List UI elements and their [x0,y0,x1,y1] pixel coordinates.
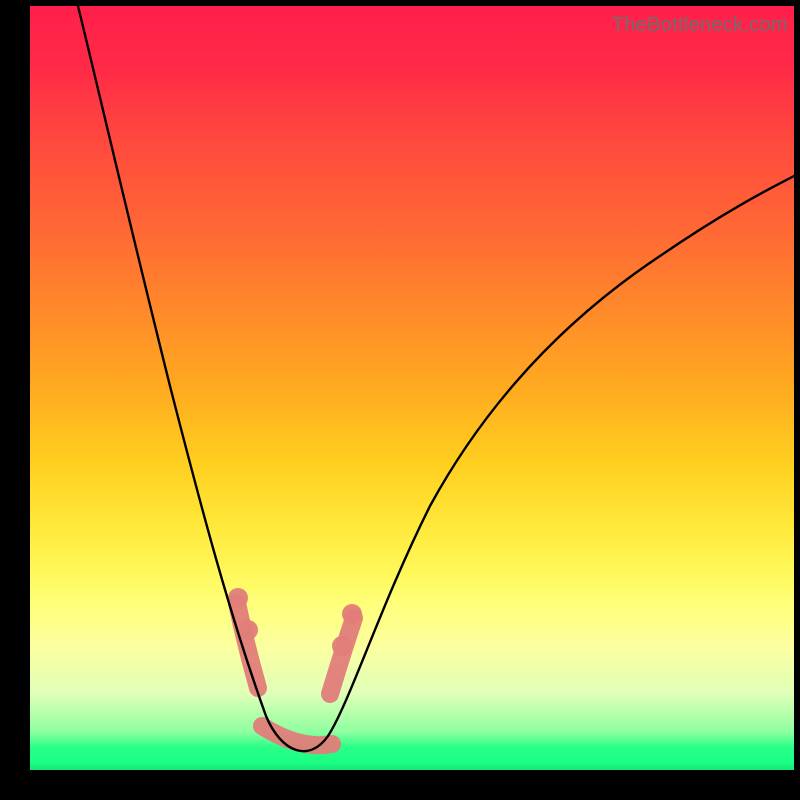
highlight-dot-2 [238,620,258,640]
plot-area: TheBottleneck.com [30,6,794,770]
bottleneck-curve-path [78,6,794,751]
highlight-segment-left [237,603,258,688]
highlight-dot-3 [332,636,352,656]
chart-frame: TheBottleneck.com [0,0,800,800]
highlight-dot-4 [342,604,362,624]
highlight-dot-1 [228,588,248,608]
bottleneck-curve-svg [30,6,794,770]
